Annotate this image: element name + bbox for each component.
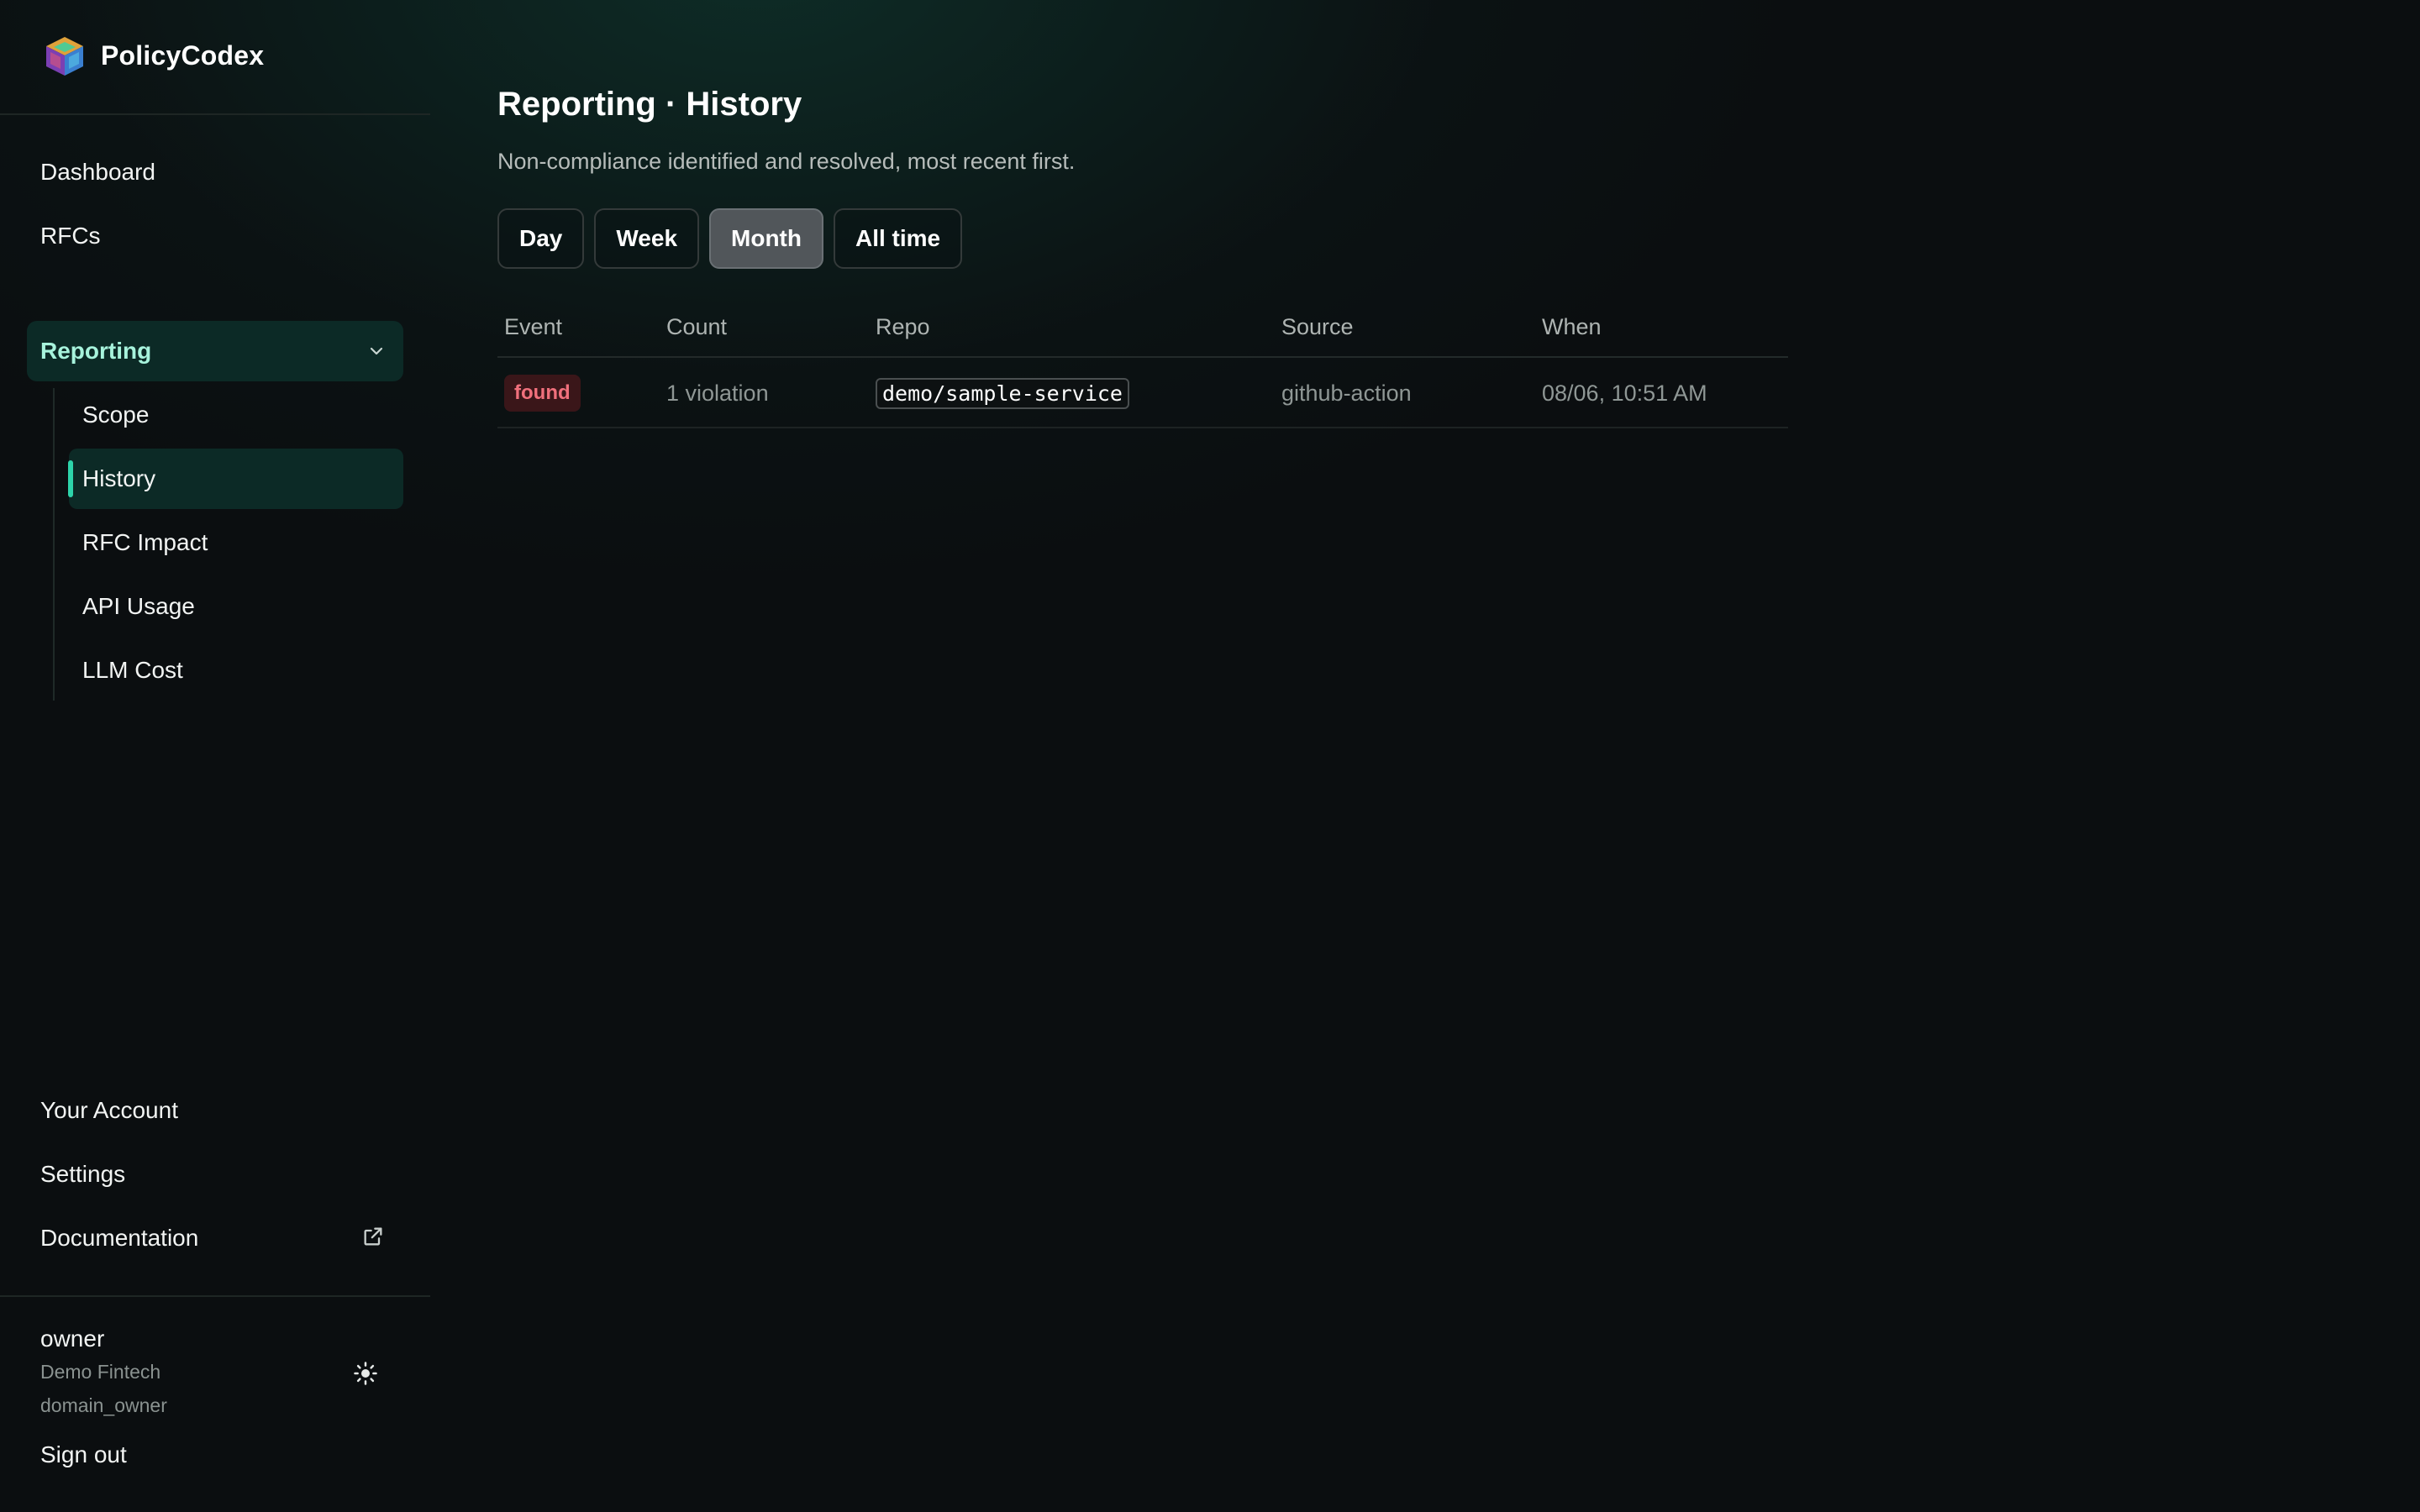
app-shell: PolicyCodex Dashboard RFCs Reporting Sco… <box>0 0 2420 1512</box>
filter-month-button[interactable]: Month <box>709 208 823 269</box>
subnav-guide-line <box>53 388 55 701</box>
cell-source: github-action <box>1281 380 1412 406</box>
sign-out-link[interactable]: Sign out <box>40 1441 127 1468</box>
column-header-event: Event <box>504 314 563 339</box>
external-link-icon[interactable] <box>361 1225 385 1248</box>
user-org: Demo Fintech <box>40 1361 161 1383</box>
cell-when: 08/06, 10:51 AM <box>1542 380 1707 406</box>
cell-repo: demo/sample-service <box>876 358 1129 428</box>
subnav-item-label: History <box>82 465 156 491</box>
table-header: Event Count Repo Source When <box>497 304 1788 358</box>
column-header-repo: Repo <box>876 314 930 339</box>
brand-header: PolicyCodex <box>0 0 430 115</box>
time-range-filter: Day Week Month All time <box>497 208 963 269</box>
sun-icon[interactable] <box>353 1361 378 1386</box>
event-badge-found: found <box>504 375 581 412</box>
column-header-count: Count <box>666 314 728 339</box>
nav-group-reporting[interactable]: Reporting <box>27 321 403 381</box>
subnav-item-rfc-impact[interactable]: RFC Impact <box>69 512 403 573</box>
active-indicator <box>68 460 73 497</box>
cube-logo-icon <box>46 37 83 76</box>
subnav-item-scope[interactable]: Scope <box>69 385 403 445</box>
user-name: owner <box>40 1326 105 1352</box>
subnav-item-api-usage[interactable]: API Usage <box>69 576 403 637</box>
filter-week-button[interactable]: Week <box>594 208 700 269</box>
chevron-down-icon <box>370 347 383 355</box>
nav-item-dashboard[interactable]: Dashboard <box>40 147 155 197</box>
main-content: Reporting · History Non-compliance ident… <box>497 0 2346 1512</box>
subnav-item-history[interactable]: History <box>68 449 403 509</box>
table-row[interactable]: found 1 violation demo/sample-service gi… <box>497 358 1788 428</box>
column-header-when: When <box>1542 314 1602 339</box>
user-role: domain_owner <box>40 1394 167 1416</box>
filter-day-button[interactable]: Day <box>497 208 585 269</box>
nav-item-settings[interactable]: Settings <box>40 1149 125 1200</box>
nav-item-your-account[interactable]: Your Account <box>40 1085 178 1136</box>
page-title: Reporting · History <box>497 86 802 123</box>
nav-item-documentation[interactable]: Documentation <box>40 1213 198 1263</box>
cell-count: 1 violation <box>666 380 769 406</box>
column-header-source: Source <box>1281 314 1354 339</box>
sidebar: PolicyCodex Dashboard RFCs Reporting Sco… <box>0 0 430 1512</box>
subnav-item-llm-cost[interactable]: LLM Cost <box>69 640 403 701</box>
brand-name: PolicyCodex <box>101 40 265 71</box>
page-subtitle: Non-compliance identified and resolved, … <box>497 149 1076 174</box>
sidebar-footer-divider <box>0 1295 430 1297</box>
filter-all-time-button[interactable]: All time <box>833 208 963 269</box>
cell-event: found <box>504 358 581 428</box>
repo-name: demo/sample-service <box>876 377 1129 409</box>
nav-item-rfcs[interactable]: RFCs <box>40 211 101 261</box>
nav-group-label: Reporting <box>40 338 152 364</box>
